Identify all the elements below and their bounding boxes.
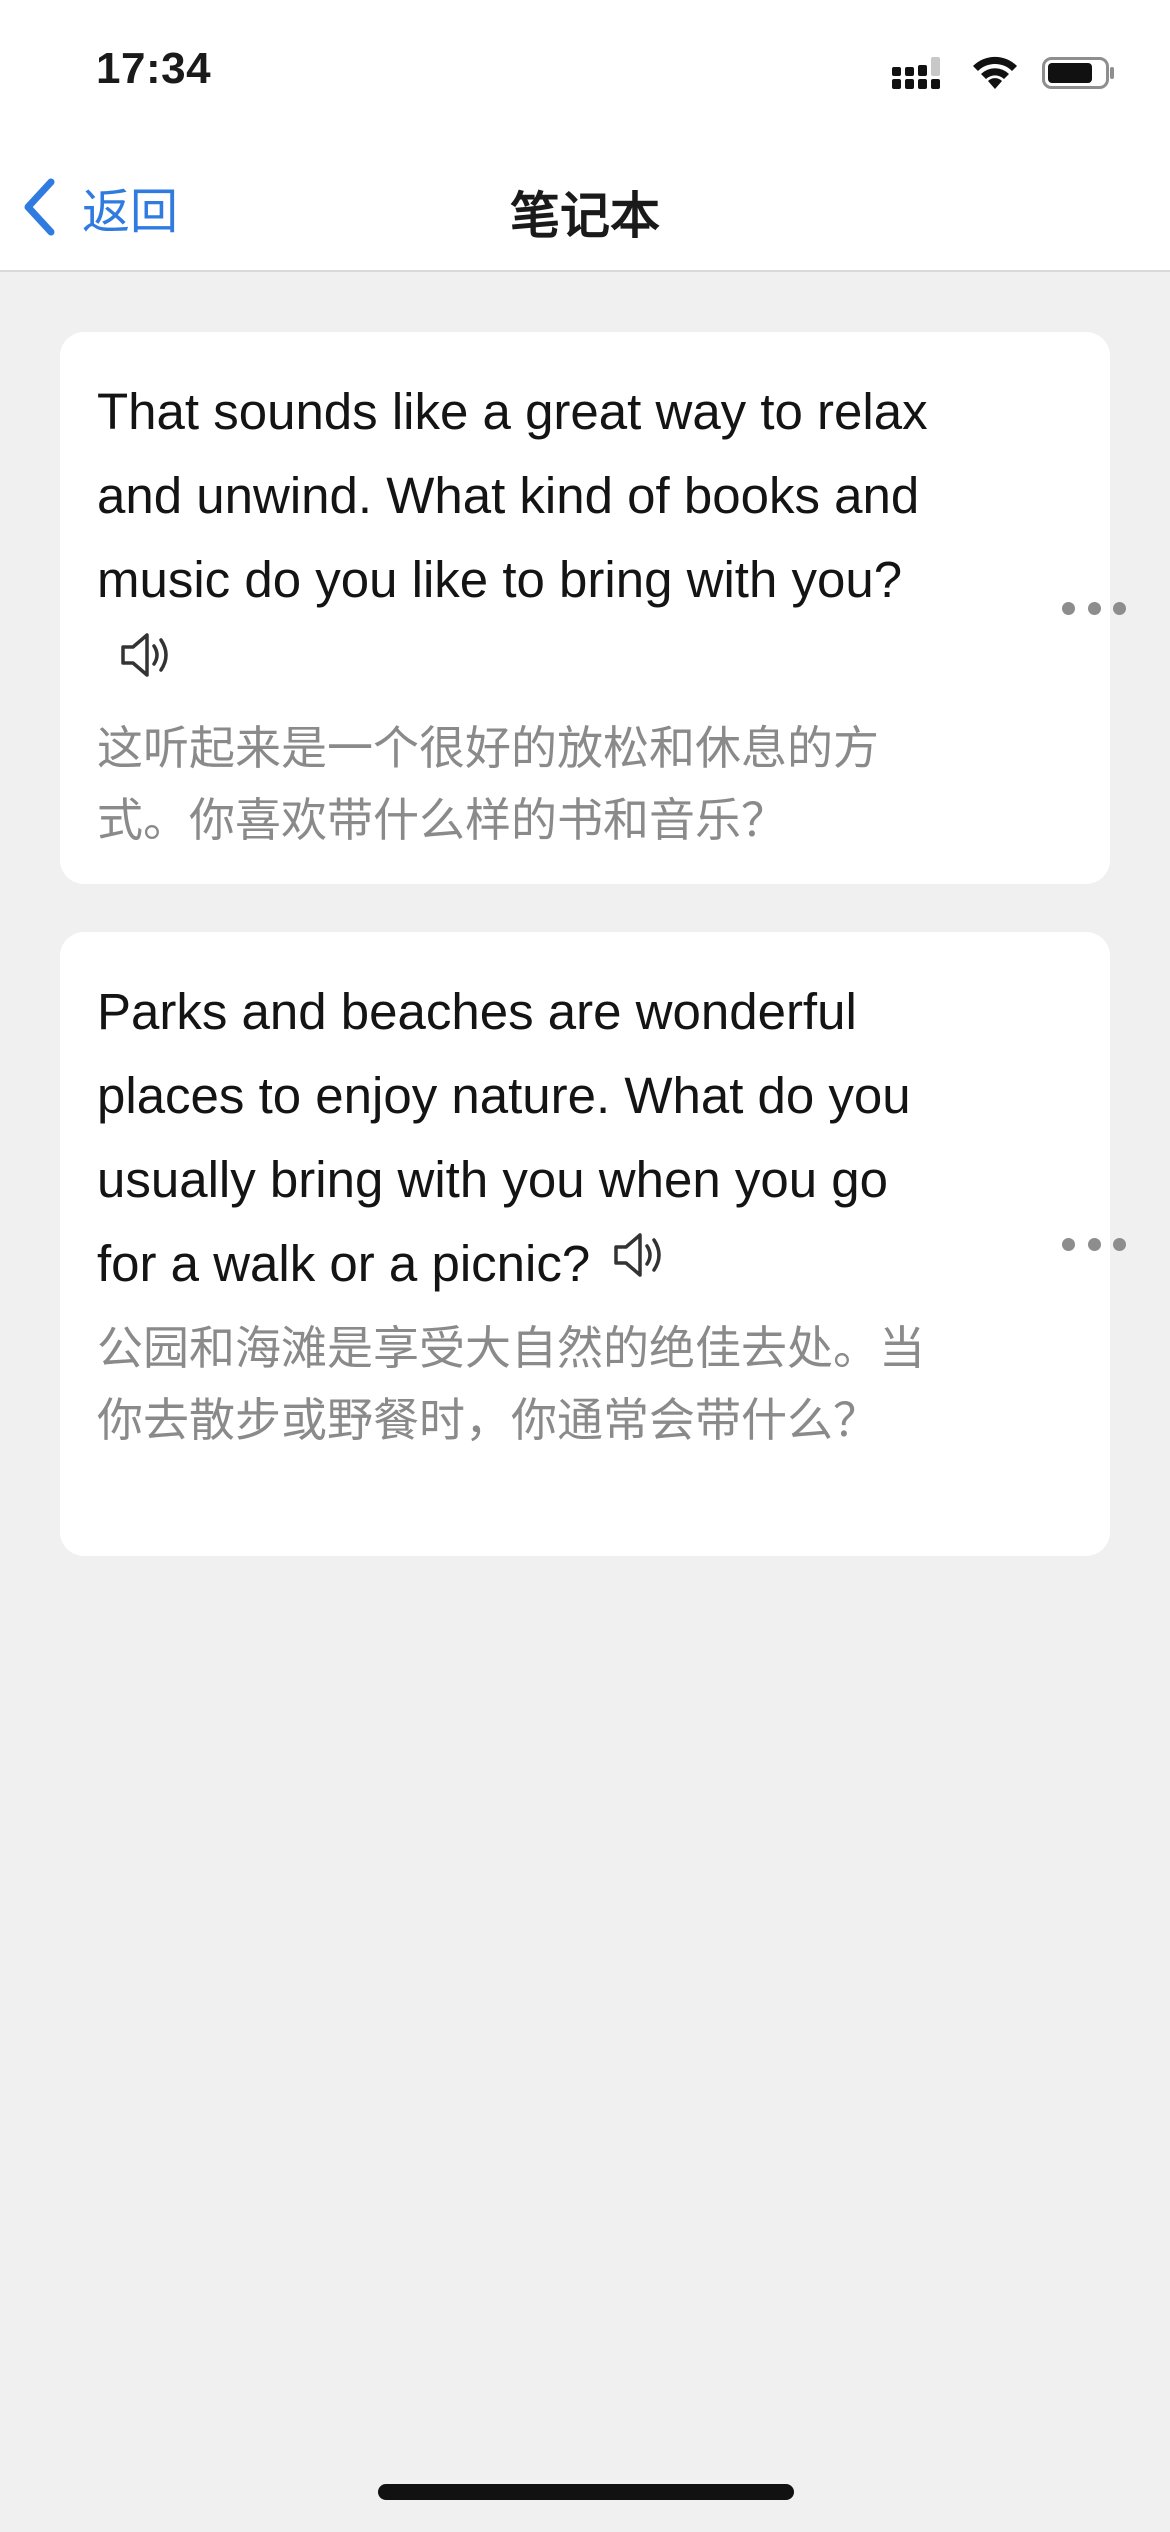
home-indicator[interactable] [378, 2484, 794, 2500]
note-english-text: That sounds like a great way to relax an… [97, 370, 957, 710]
more-dot [1087, 1237, 1101, 1251]
more-options-button[interactable] [1062, 1224, 1126, 1264]
note-english-sentence: That sounds like a great way to relax an… [97, 383, 928, 608]
note-english-text: Parks and beaches are wonderful places t… [97, 970, 957, 1310]
note-card: Parks and beaches are wonderful places t… [60, 932, 1110, 1556]
wifi-icon [973, 56, 1017, 89]
more-dot [1087, 601, 1101, 615]
status-time: 17:34 [96, 44, 212, 93]
note-content: That sounds like a great way to relax an… [97, 370, 957, 856]
speaker-icon[interactable] [119, 620, 173, 704]
more-dot [1113, 601, 1126, 615]
more-dot [1113, 1237, 1126, 1251]
page-title: 笔记本 [510, 188, 660, 244]
more-dot [1062, 1237, 1075, 1251]
battery-icon [1042, 57, 1114, 89]
note-english-sentence: Parks and beaches are wonderful places t… [97, 983, 911, 1292]
navigation-bar: 返回 笔记本 [0, 150, 1170, 270]
more-options-button[interactable] [1062, 588, 1126, 628]
note-chinese-translation: 这听起来是一个很好的放松和休息的方式。你喜欢带什么样的书和音乐？ [97, 721, 879, 846]
status-icons [892, 50, 1116, 96]
note-chinese-translation: 公园和海滩是享受大自然的绝佳去处。当你去散步或野餐时，你通常会带什么？ [97, 1321, 925, 1446]
note-content: Parks and beaches are wonderful places t… [97, 970, 957, 1456]
top-bar: 17:34 返回 笔记本 [0, 0, 1170, 272]
speaker-icon[interactable] [612, 1220, 666, 1304]
more-dot [1062, 601, 1075, 615]
cellular-signal-icon [892, 57, 940, 89]
note-card: That sounds like a great way to relax an… [60, 332, 1110, 884]
